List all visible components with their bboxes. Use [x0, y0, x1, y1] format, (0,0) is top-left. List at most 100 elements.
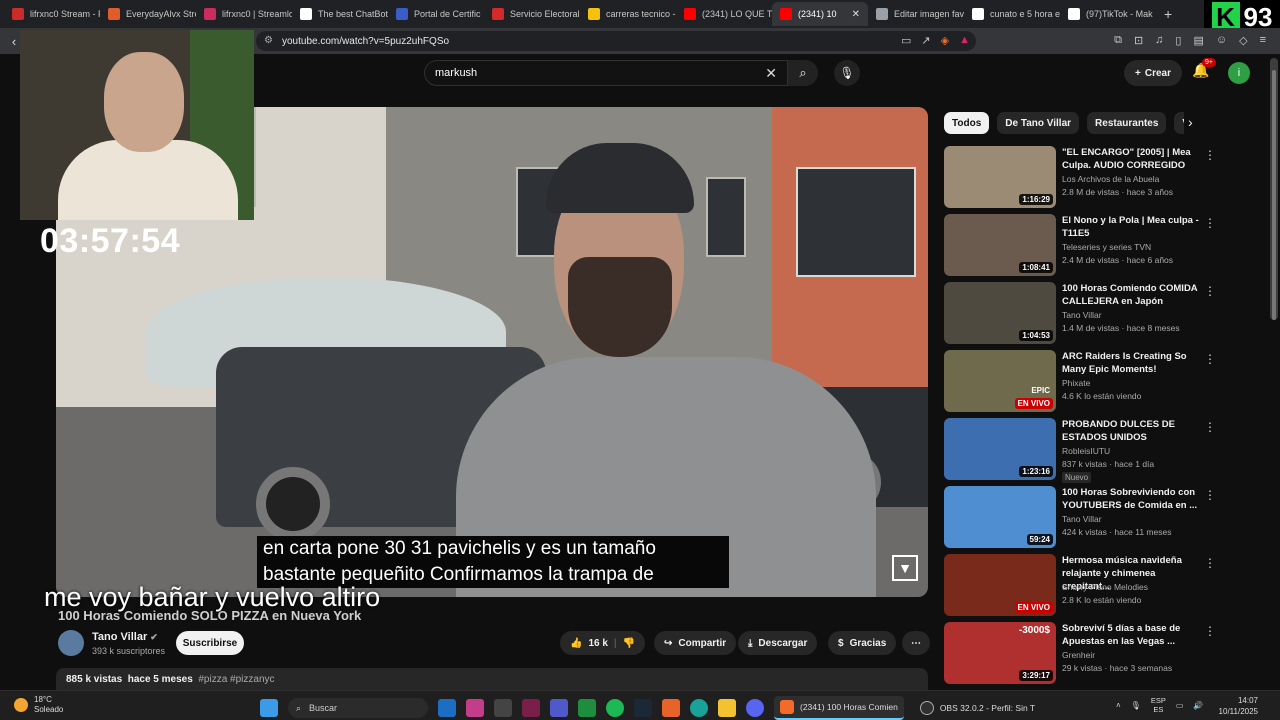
- steam-icon[interactable]: [634, 699, 652, 717]
- recommendation-item[interactable]: EN VIVO EPIC ARC Raiders Is Creating So Ma…: [944, 350, 1244, 414]
- microphone-icon[interactable]: 🎙: [1131, 701, 1141, 710]
- recommendation-item[interactable]: 1:23:16 PROBANDO DULCES DE ESTADOS UNIDOS…: [944, 418, 1244, 483]
- media-icon[interactable]: ♫: [1155, 34, 1163, 47]
- edge-icon[interactable]: [690, 699, 708, 717]
- recommendation-item[interactable]: EN VIVO Hermosa música navideña relajante…: [944, 554, 1244, 618]
- more-vertical-icon[interactable]: ⋮: [1204, 352, 1216, 366]
- copilot-icon[interactable]: [466, 699, 484, 717]
- more-vertical-icon[interactable]: ⋮: [1204, 148, 1216, 162]
- browser-tab[interactable]: (2341) 10 ✕: [772, 2, 868, 26]
- chevron-right-icon[interactable]: ›: [1188, 114, 1193, 130]
- recommendation-thumbnail[interactable]: 3:29:17 -3000$: [944, 622, 1056, 684]
- hashtags[interactable]: #pizza #pizzanyc: [198, 674, 274, 685]
- browser-tab[interactable]: (2341) LO QUE TI: [676, 2, 772, 26]
- download-button[interactable]: ⤓ Descargar: [738, 631, 818, 655]
- recommendation-title[interactable]: ARC Raiders Is Creating So Many Epic Mom…: [1062, 350, 1202, 376]
- chevron-up-icon[interactable]: ˄: [1116, 701, 1121, 710]
- spotify-icon[interactable]: [606, 699, 624, 717]
- input-language[interactable]: ESP ES: [1151, 696, 1166, 714]
- recommendation-thumbnail[interactable]: 1:16:29: [944, 146, 1056, 208]
- recommendation-thumbnail[interactable]: 1:08:41: [944, 214, 1056, 276]
- search-button[interactable]: ⌕: [788, 60, 818, 86]
- url-field[interactable]: ⚙ youtube.com/watch?v=5puz2uhFQSo ▭ ↗ ◈ …: [256, 31, 976, 51]
- store-icon[interactable]: [494, 699, 512, 717]
- recommendation-thumbnail[interactable]: 1:23:16: [944, 418, 1056, 480]
- profile-icon[interactable]: ☺: [1216, 34, 1227, 47]
- share-button[interactable]: ↪ Compartir: [654, 631, 737, 655]
- recommendation-item[interactable]: 1:08:41 El Nono y la Pola | Mea culpa - T…: [944, 214, 1244, 278]
- nvidia-icon[interactable]: [578, 699, 596, 717]
- taskbar-app-obs[interactable]: OBS 32.0.2 - Perfil: Sin T: [914, 696, 1041, 720]
- recommendation-title[interactable]: 100 Horas Comiendo COMIDA CALLEJERA en J…: [1062, 282, 1202, 308]
- more-actions-button[interactable]: ⋯: [902, 631, 930, 655]
- more-vertical-icon[interactable]: ⋮: [1204, 420, 1216, 434]
- recommendation-thumbnail[interactable]: 59:24: [944, 486, 1056, 548]
- menu-icon[interactable]: ≡: [1260, 34, 1266, 47]
- cast-icon[interactable]: ▭: [901, 34, 911, 47]
- recommendation-title[interactable]: 100 Horas Sobreviviendo con YOUTUBERS de…: [1062, 486, 1202, 512]
- brave-shield-icon[interactable]: ◈: [941, 34, 949, 47]
- recommendation-channel[interactable]: Teleseries y series TVN: [1062, 242, 1151, 252]
- browser-tab[interactable]: The best ChatBot: [292, 2, 388, 26]
- vpn-icon[interactable]: ◇: [1239, 34, 1247, 47]
- channel-name[interactable]: Tano Villar ✔: [92, 631, 158, 643]
- filter-chip[interactable]: De Tano Villar: [997, 112, 1080, 134]
- filter-chip[interactable]: Restaurantes: [1087, 112, 1167, 134]
- recommendation-channel[interactable]: Tano Villar: [1062, 310, 1102, 320]
- weather-widget[interactable]: 18°C Soleado: [14, 695, 63, 715]
- taskbar-search[interactable]: ⌕ Buscar: [288, 698, 428, 718]
- screenshot-icon[interactable]: ⊡: [1134, 34, 1143, 47]
- browser-tab[interactable]: (97)TikTok - Mak: [1060, 2, 1156, 26]
- browser-tab[interactable]: Servicio Electoral: [484, 2, 580, 26]
- browser-tab[interactable]: Editar imagen fav: [868, 2, 964, 26]
- recommendation-thumbnail[interactable]: EN VIVO EPIC: [944, 350, 1056, 412]
- browser-tab[interactable]: carreras tecnico -: [580, 2, 676, 26]
- recommendation-item[interactable]: 59:24 100 Horas Sobreviviendo con YOUTUBE…: [944, 486, 1244, 550]
- filter-chip[interactable]: Videos: [1174, 112, 1184, 134]
- recommendation-title[interactable]: Sobreviví 5 días a base de Apuestas en l…: [1062, 622, 1202, 648]
- notifications-button[interactable]: 🔔 9+: [1192, 58, 1216, 79]
- windows-start-icon[interactable]: [260, 699, 278, 717]
- filter-chip[interactable]: Todos: [944, 112, 990, 134]
- app-orange-icon[interactable]: [662, 699, 680, 717]
- teams-icon[interactable]: [550, 699, 568, 717]
- recommendation-thumbnail[interactable]: EN VIVO: [944, 554, 1056, 616]
- recommendation-title[interactable]: PROBANDO DULCES DE ESTADOS UNIDOS: [1062, 418, 1202, 444]
- file-explorer-icon[interactable]: [718, 699, 736, 717]
- more-vertical-icon[interactable]: ⋮: [1204, 488, 1216, 502]
- more-vertical-icon[interactable]: ⋮: [1204, 216, 1216, 230]
- recommendation-item[interactable]: 3:29:17 -3000$ Sobreviví 5 días a base de …: [944, 622, 1244, 686]
- recommendation-channel[interactable]: RobleisIUTU: [1062, 446, 1110, 456]
- extensions-icon[interactable]: ⧉: [1114, 34, 1122, 47]
- thanks-button[interactable]: $ Gracias: [828, 631, 897, 655]
- discord-icon[interactable]: [746, 699, 764, 717]
- volume-icon[interactable]: 🔊: [1193, 701, 1203, 710]
- account-avatar[interactable]: i: [1228, 62, 1250, 84]
- subscribe-button[interactable]: Suscribirse: [176, 631, 244, 655]
- more-vertical-icon[interactable]: ⋮: [1204, 624, 1216, 638]
- new-tab-button[interactable]: +: [1156, 6, 1180, 22]
- recommendation-item[interactable]: 1:16:29 "EL ENCARGO" [2005] | Mea Culpa. …: [944, 146, 1244, 210]
- taskbar-app-browser[interactable]: (2341) 100 Horas Comien: [774, 696, 904, 720]
- browser-tab[interactable]: EverydayAlvx Stre: [100, 2, 196, 26]
- rewards-icon[interactable]: ▲: [959, 34, 970, 47]
- recommendation-channel[interactable]: Tano Villar: [1062, 514, 1102, 524]
- site-settings-icon[interactable]: ⚙: [264, 35, 273, 46]
- browser-tab[interactable]: lifrxnc0 Stream - P: [4, 2, 100, 26]
- recommendation-channel[interactable]: Los Archivos de la Abuela: [1062, 174, 1159, 184]
- share-icon[interactable]: ↗: [921, 34, 930, 47]
- recommendation-title[interactable]: "EL ENCARGO" [2005] | Mea Culpa. AUDIO C…: [1062, 146, 1202, 172]
- search-input[interactable]: markush ✕: [424, 60, 788, 86]
- more-vertical-icon[interactable]: ⋮: [1204, 556, 1216, 570]
- app-icon[interactable]: [522, 699, 540, 717]
- more-vertical-icon[interactable]: ⋮: [1204, 284, 1216, 298]
- sidebar-icon[interactable]: ▯: [1175, 34, 1181, 47]
- browser-tab[interactable]: Portal de Certific: [388, 2, 484, 26]
- system-clock[interactable]: 14:07 10/11/2025: [1219, 695, 1258, 717]
- browser-tab[interactable]: lifrxnc0 | Streamlo: [196, 2, 292, 26]
- recommendation-channel[interactable]: Grenheir: [1062, 650, 1095, 660]
- channel-avatar[interactable]: [58, 630, 84, 656]
- recommendation-title[interactable]: El Nono y la Pola | Mea culpa - T11E5: [1062, 214, 1202, 240]
- scrollbar-thumb[interactable]: [1272, 70, 1276, 320]
- like-button[interactable]: 👍 16 k | 👎: [560, 631, 646, 655]
